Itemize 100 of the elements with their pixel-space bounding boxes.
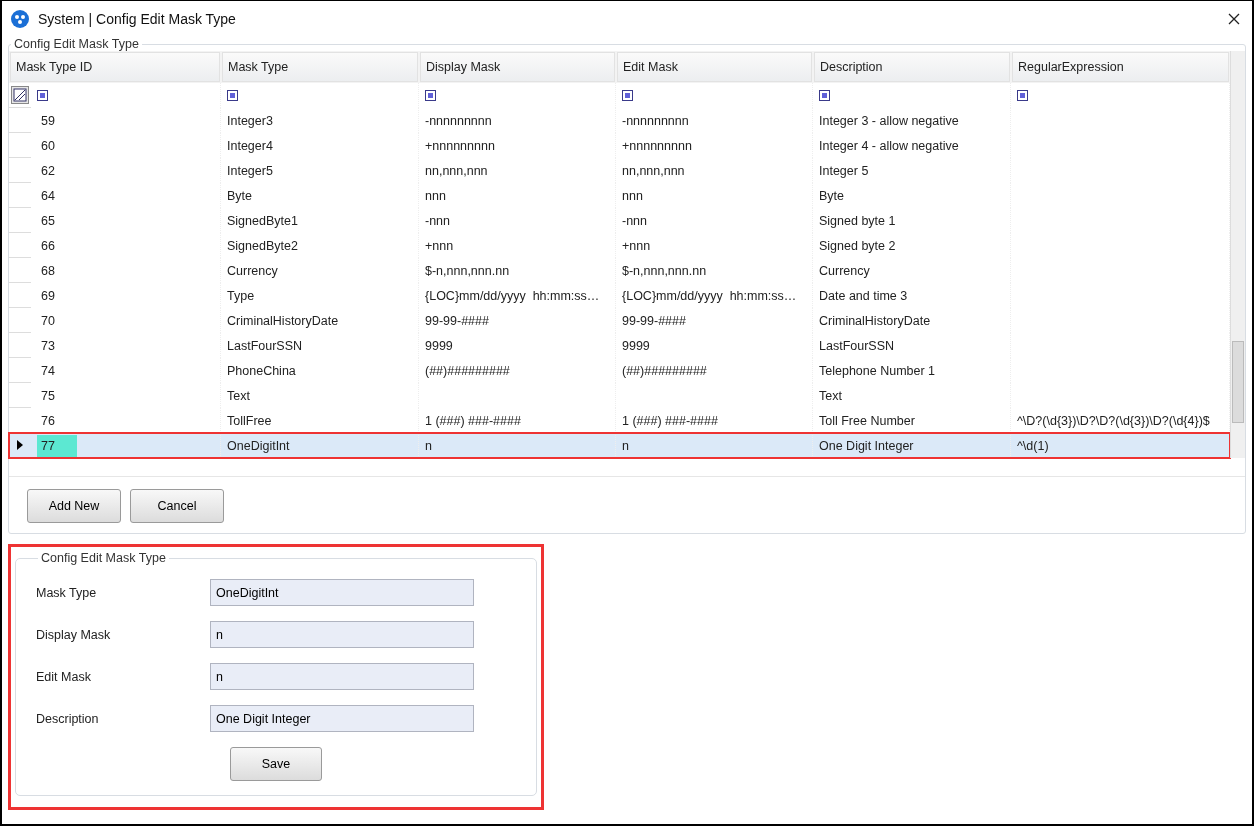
current-row-icon xyxy=(17,440,23,450)
table-cell: $-n,nnn,nnn.nn xyxy=(425,263,510,278)
table-cell-text: 76 xyxy=(40,412,56,430)
table-cell: ^\d(1) xyxy=(1017,438,1049,453)
table-cell: One Digit Integer xyxy=(819,438,914,453)
input-field[interactable]: n xyxy=(210,621,474,648)
table-cell: SignedByte2 xyxy=(227,238,298,253)
table-cell-text: 62 xyxy=(40,162,56,180)
table-cell-text: 74 xyxy=(40,362,56,380)
table-cell: Byte xyxy=(227,188,252,203)
table-cell: OneDigitInt xyxy=(227,438,290,453)
table-cell-text: 69 xyxy=(40,287,56,305)
table-cell: 9999 xyxy=(425,338,453,353)
group-title: Config Edit Mask Type xyxy=(13,37,140,51)
table-cell: Integer3 xyxy=(227,113,273,128)
table-cell-text: 73 xyxy=(40,337,56,355)
column-header[interactable]: Mask Type xyxy=(222,52,418,82)
table-cell: Integer 5 xyxy=(819,163,869,178)
field-label: Description xyxy=(36,711,100,726)
group-title: Config Edit Mask Type xyxy=(40,551,167,565)
filter-icon[interactable] xyxy=(1017,90,1028,101)
scrollbar[interactable] xyxy=(1230,51,1245,458)
table-cell: nn,nnn,nnn xyxy=(425,163,488,178)
table-cell: n xyxy=(425,438,432,453)
table-cell: +nnnnnnnnn xyxy=(622,138,692,153)
table-cell: +nnn xyxy=(425,238,454,253)
table-cell-text: 68 xyxy=(40,262,56,280)
table-cell: 1 (###) ###-#### xyxy=(622,413,718,428)
field-label: Edit Mask xyxy=(36,669,92,684)
table-cell: Signed byte 1 xyxy=(819,213,896,228)
table-cell: 99-99-#### xyxy=(622,313,686,328)
table-cell: +nnnnnnnnn xyxy=(425,138,495,153)
table-cell: {LOC}mm/dd/yyyy hh:mm:ss… xyxy=(425,288,600,303)
column-header[interactable]: Edit Mask xyxy=(617,52,812,82)
table-cell: LastFourSSN xyxy=(819,338,895,353)
table-cell: Text xyxy=(227,388,250,403)
table-cell-text: 70 xyxy=(40,312,56,330)
table-cell: (##)######### xyxy=(622,363,707,378)
filter-icon[interactable] xyxy=(425,90,436,101)
close-icon xyxy=(1228,13,1240,25)
column-header[interactable]: Description xyxy=(814,52,1010,82)
table-cell: Currency xyxy=(227,263,278,278)
table-cell: 99-99-#### xyxy=(425,313,489,328)
table-cell: CriminalHistoryDate xyxy=(819,313,931,328)
table-cell: +nnn xyxy=(622,238,651,253)
window-title: System | Config Edit Mask Type xyxy=(38,11,236,27)
table-cell: LastFourSSN xyxy=(227,338,303,353)
table-cell: Byte xyxy=(819,188,844,203)
table-cell: -nnn xyxy=(622,213,648,228)
column-header[interactable]: Display Mask xyxy=(420,52,615,82)
input-field[interactable]: OneDigitInt xyxy=(210,579,474,606)
table-cell-text: 60 xyxy=(40,137,56,155)
table-cell: -nnn xyxy=(425,213,451,228)
save-button[interactable]: Save xyxy=(230,747,322,781)
table-cell: n xyxy=(622,438,629,453)
table-row[interactable]: 77 OneDigitInt n n One Digit Integer ^\d(1) xyxy=(9,433,1230,458)
action-button[interactable]: Cancel xyxy=(130,489,224,523)
table-cell: -nnnnnnnnn xyxy=(425,113,492,128)
table-cell: ^\D?(\d{3})\D?\D?(\d{3})\D?(\d{4})$ xyxy=(1017,413,1210,428)
table-cell: Integer4 xyxy=(227,138,273,153)
table-cell: Toll Free Number xyxy=(819,413,915,428)
table-cell: Integer 4 - allow negative xyxy=(819,138,959,153)
field-label: Display Mask xyxy=(36,627,112,642)
table-cell: -nnnnnnnnn xyxy=(622,113,689,128)
table-cell: Telephone Number 1 xyxy=(819,363,936,378)
table-cell: Type xyxy=(227,288,255,303)
filter-icon[interactable] xyxy=(37,90,48,101)
table-cell: {LOC}mm/dd/yyyy hh:mm:ss… xyxy=(622,288,797,303)
app-logo-icon xyxy=(10,9,30,29)
input-field[interactable]: n xyxy=(210,663,474,690)
table-cell-text: 75 xyxy=(40,387,56,405)
table-cell: nnn xyxy=(622,188,643,203)
table-cell-text: 65 xyxy=(40,212,56,230)
table-cell: 1 (###) ###-#### xyxy=(425,413,521,428)
input-field[interactable]: One Digit Integer xyxy=(210,705,474,732)
table-cell: (##)######### xyxy=(425,363,510,378)
table-cell: nnn xyxy=(425,188,446,203)
filter-options-icon[interactable] xyxy=(11,86,29,104)
field-label: Mask Type xyxy=(36,585,98,600)
table-cell: PhoneChina xyxy=(227,363,296,378)
table-cell: Text xyxy=(819,388,842,403)
action-button[interactable]: Add New xyxy=(27,489,121,523)
table-cell-text: 64 xyxy=(40,187,56,205)
table-cell: $-n,nnn,nnn.nn xyxy=(622,263,707,278)
table-cell-text: 59 xyxy=(40,112,56,130)
table-cell: Integer 3 - allow negative xyxy=(819,113,959,128)
column-header[interactable]: Mask Type ID xyxy=(10,52,220,82)
table-cell: TollFree xyxy=(227,413,272,428)
filter-icon[interactable] xyxy=(622,90,633,101)
column-header[interactable]: RegularExpression xyxy=(1012,52,1229,82)
table-cell: Date and time 3 xyxy=(819,288,908,303)
filter-icon[interactable] xyxy=(227,90,238,101)
table-cell-text: 66 xyxy=(40,237,56,255)
table-cell: Currency xyxy=(819,263,870,278)
filter-icon[interactable] xyxy=(819,90,830,101)
table-cell: 9999 xyxy=(622,338,650,353)
table-cell: Integer5 xyxy=(227,163,273,178)
table-cell: CriminalHistoryDate xyxy=(227,313,339,328)
table-cell: 77 xyxy=(37,434,77,457)
table-cell: Signed byte 2 xyxy=(819,238,896,253)
